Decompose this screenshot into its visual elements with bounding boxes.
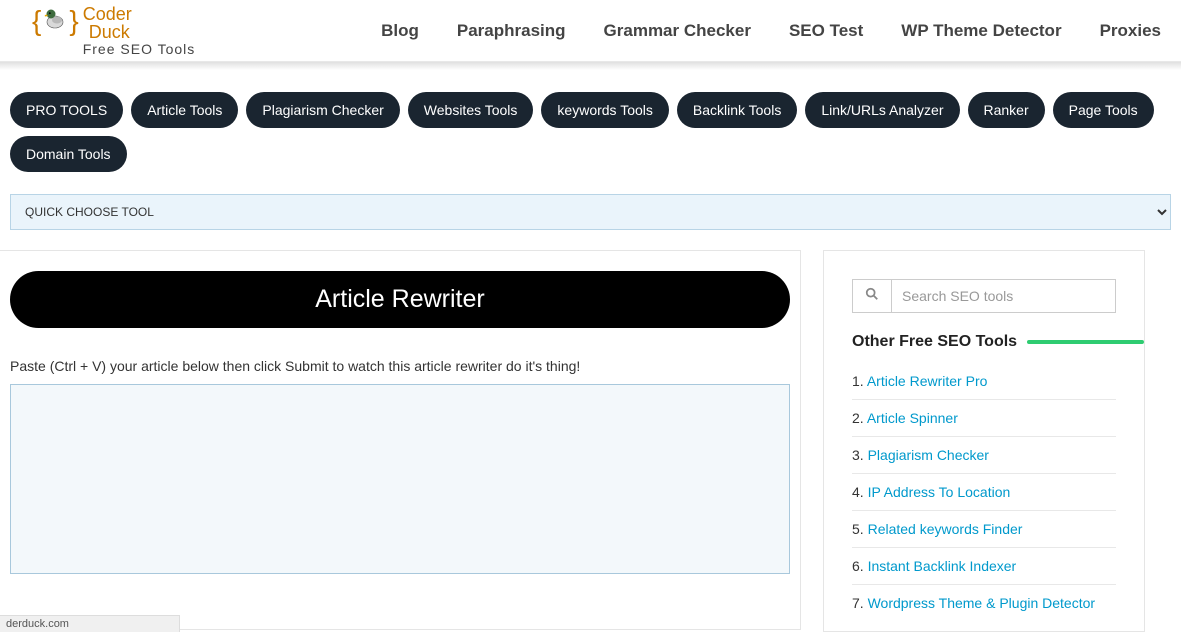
search-button[interactable] xyxy=(852,279,892,313)
search-icon xyxy=(865,287,879,306)
pill-keywords-tools[interactable]: keywords Tools xyxy=(541,92,668,128)
tool-link-related-keywords-finder[interactable]: Related keywords Finder xyxy=(868,521,1023,537)
list-number: 3. xyxy=(852,447,864,463)
list-item: 3. Plagiarism Checker xyxy=(852,437,1116,474)
other-tools-heading: Other Free SEO Tools xyxy=(852,333,1017,351)
nav-seo-test[interactable]: SEO Test xyxy=(789,21,863,41)
pill-domain-tools[interactable]: Domain Tools xyxy=(10,136,127,172)
tool-link-article-spinner[interactable]: Article Spinner xyxy=(867,410,958,426)
list-number: 5. xyxy=(852,521,864,537)
nav-wp-theme-detector[interactable]: WP Theme Detector xyxy=(901,21,1061,41)
nav-grammar-checker[interactable]: Grammar Checker xyxy=(604,21,751,41)
list-number: 2. xyxy=(852,410,864,426)
quick-select-row: QUICK CHOOSE TOOL xyxy=(0,188,1181,240)
other-tools-heading-row: Other Free SEO Tools xyxy=(852,333,1116,351)
main-nav: Blog Paraphrasing Grammar Checker SEO Te… xyxy=(381,21,1161,41)
list-number: 6. xyxy=(852,558,864,574)
list-item: 1. Article Rewriter Pro xyxy=(852,363,1116,400)
list-number: 4. xyxy=(852,484,864,500)
tool-link-article-rewriter-pro[interactable]: Article Rewriter Pro xyxy=(867,373,988,389)
page-title: Article Rewriter xyxy=(10,271,790,328)
status-bar-hint: derduck.com xyxy=(0,615,180,632)
content-row: Article Rewriter Paste (Ctrl + V) your a… xyxy=(0,240,1181,632)
pill-backlink-tools[interactable]: Backlink Tools xyxy=(677,92,797,128)
logo[interactable]: { } Coder Duck Free SEO Tools xyxy=(20,5,195,57)
logo-icon: { } xyxy=(32,5,79,37)
tool-link-wordpress-theme-plugin-detector[interactable]: Wordpress Theme & Plugin Detector xyxy=(868,595,1095,611)
pill-link-urls-analyzer[interactable]: Link/URLs Analyzer xyxy=(805,92,959,128)
pill-plagiarism-checker[interactable]: Plagiarism Checker xyxy=(246,92,399,128)
pill-ranker[interactable]: Ranker xyxy=(968,92,1045,128)
pill-pro-tools[interactable]: PRO TOOLS xyxy=(10,92,123,128)
list-item: 6. Instant Backlink Indexer xyxy=(852,548,1116,585)
tool-link-ip-address-to-location[interactable]: IP Address To Location xyxy=(868,484,1011,500)
pill-page-tools[interactable]: Page Tools xyxy=(1053,92,1154,128)
list-item: 7. Wordpress Theme & Plugin Detector xyxy=(852,585,1116,621)
nav-proxies[interactable]: Proxies xyxy=(1100,21,1161,41)
list-item: 5. Related keywords Finder xyxy=(852,511,1116,548)
left-brace-icon: { xyxy=(32,5,41,37)
article-input[interactable] xyxy=(10,384,790,574)
sidebar: Other Free SEO Tools 1. Article Rewriter… xyxy=(823,250,1145,632)
pill-article-tools[interactable]: Article Tools xyxy=(131,92,238,128)
nav-paraphrasing[interactable]: Paraphrasing xyxy=(457,21,566,41)
accent-line xyxy=(1027,340,1144,344)
logo-text-coder: Coder xyxy=(83,5,196,23)
search-input[interactable] xyxy=(892,279,1116,313)
quick-choose-tool-select[interactable]: QUICK CHOOSE TOOL xyxy=(10,194,1171,230)
instruction-text: Paste (Ctrl + V) your article below then… xyxy=(10,358,790,374)
tool-list: 1. Article Rewriter Pro 2. Article Spinn… xyxy=(852,363,1116,621)
logo-subtitle: Free SEO Tools xyxy=(83,41,196,57)
header-shadow xyxy=(0,62,1181,70)
logo-text-duck: Duck xyxy=(83,23,196,41)
duck-icon xyxy=(43,6,67,35)
tool-link-plagiarism-checker[interactable]: Plagiarism Checker xyxy=(868,447,989,463)
list-number: 1. xyxy=(852,373,864,389)
main-column: Article Rewriter Paste (Ctrl + V) your a… xyxy=(0,250,801,630)
pill-websites-tools[interactable]: Websites Tools xyxy=(408,92,534,128)
category-pills: PRO TOOLS Article Tools Plagiarism Check… xyxy=(0,70,1181,188)
tool-link-instant-backlink-indexer[interactable]: Instant Backlink Indexer xyxy=(868,558,1017,574)
list-item: 4. IP Address To Location xyxy=(852,474,1116,511)
site-header: { } Coder Duck Free SEO Tools Blog Parap… xyxy=(0,0,1181,62)
search-row xyxy=(852,279,1116,313)
list-number: 7. xyxy=(852,595,864,611)
right-brace-icon: } xyxy=(69,5,78,37)
list-item: 2. Article Spinner xyxy=(852,400,1116,437)
nav-blog[interactable]: Blog xyxy=(381,21,419,41)
